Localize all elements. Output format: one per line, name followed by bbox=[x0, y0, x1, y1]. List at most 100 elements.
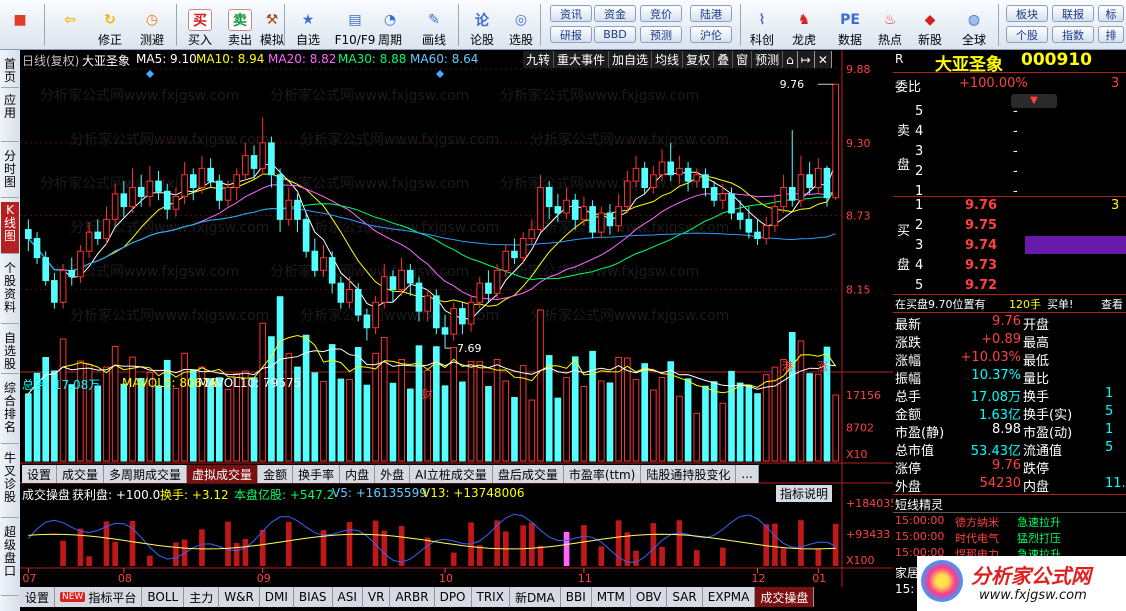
right-tool-button-2[interactable]: 标 bbox=[1098, 5, 1124, 22]
candle[interactable] bbox=[485, 270, 492, 303]
info-button-2[interactable]: 竞价 bbox=[640, 5, 682, 22]
candle[interactable] bbox=[771, 193, 779, 233]
candle[interactable] bbox=[276, 168, 284, 233]
bottom-tab-1[interactable]: NEW 指标平台 bbox=[55, 587, 143, 607]
candle[interactable] bbox=[189, 168, 197, 201]
candle[interactable] bbox=[511, 238, 518, 265]
candle[interactable] bbox=[302, 213, 310, 258]
kline-tab-7[interactable]: 预测 bbox=[752, 51, 784, 68]
volume-tab-3[interactable]: 虚拟成交量 bbox=[187, 465, 259, 483]
volume-tab-8[interactable]: AI立桩成交量 bbox=[410, 465, 493, 483]
nav-item-5[interactable]: 自选股 bbox=[1, 330, 19, 374]
bottom-tab-11[interactable]: TRIX bbox=[471, 587, 510, 607]
candle[interactable] bbox=[372, 295, 379, 335]
kline-tab-0[interactable]: 九转 bbox=[523, 51, 555, 68]
back-arrow-toolbar-button[interactable]: ⇦ bbox=[52, 2, 88, 48]
volume-tab-5[interactable]: 换手率 bbox=[293, 465, 341, 483]
pe-toolbar-button[interactable]: PE 数据 bbox=[832, 2, 868, 48]
bottom-tab-15[interactable]: OBV bbox=[630, 587, 668, 607]
bottom-tab-12[interactable]: 新DMA bbox=[509, 587, 561, 607]
info-button-5[interactable]: BBD bbox=[594, 26, 636, 43]
nav-item-1[interactable]: 应用 bbox=[1, 92, 19, 142]
bottom-tab-8[interactable]: VR bbox=[362, 587, 391, 607]
nav-item-8[interactable]: 超级盘口 bbox=[1, 524, 19, 596]
kline-tab-3[interactable]: 均线 bbox=[652, 51, 684, 68]
bottom-tab-9[interactable]: ARBR bbox=[390, 587, 435, 607]
volume-tab-7[interactable]: 外盘 bbox=[375, 465, 411, 483]
candle[interactable] bbox=[285, 187, 293, 226]
candle[interactable] bbox=[719, 183, 727, 210]
candle[interactable] bbox=[146, 165, 154, 207]
candle[interactable] bbox=[832, 83, 839, 201]
candle[interactable] bbox=[710, 181, 718, 207]
buy-toolbar-button[interactable]: 买买入 bbox=[182, 2, 218, 48]
indicator-explain-button[interactable]: 指标说明 bbox=[776, 485, 833, 502]
chart-toolbar-button[interactable]: ⌇ 科创 bbox=[744, 2, 780, 48]
right-tool-button-3[interactable]: 个股 bbox=[1006, 26, 1048, 43]
info-button-6[interactable]: 预测 bbox=[640, 26, 682, 43]
candle[interactable] bbox=[233, 168, 241, 201]
cycle-toolbar-button[interactable]: ◔ 周期 bbox=[372, 2, 408, 48]
bottom-tab-13[interactable]: BBI bbox=[560, 587, 592, 607]
new-stock-toolbar-button[interactable]: ◆ 新股 bbox=[912, 2, 948, 48]
event-marker-zhang[interactable]: 涨 bbox=[817, 358, 828, 374]
kline-chart[interactable]: 9.88 9.30 8.73 8.15 分析家公式网www.fxjgsw.com 分析家公… bbox=[20, 50, 893, 611]
candle[interactable] bbox=[433, 289, 440, 335]
info-button-7[interactable]: 沪伦 bbox=[690, 26, 732, 43]
right-tool-button-0[interactable]: 板块 bbox=[1006, 5, 1048, 22]
candle[interactable] bbox=[467, 295, 475, 332]
right-tool-button-5[interactable]: 排 bbox=[1098, 26, 1124, 43]
kline-tab-6[interactable]: 窗 bbox=[733, 51, 753, 68]
candle[interactable] bbox=[59, 264, 67, 309]
refresh-toolbar-button[interactable]: ↻ 修正 bbox=[92, 2, 128, 48]
volume-tab-10[interactable]: 市盈率(ttm) bbox=[563, 465, 642, 483]
event-marker-gang[interactable]: 港 bbox=[782, 358, 793, 374]
nav-item-3[interactable]: K线图 bbox=[1, 202, 19, 254]
nav-item-6[interactable]: 综合排名 bbox=[1, 380, 19, 444]
candle[interactable] bbox=[250, 145, 258, 179]
nav-item-7[interactable]: 牛叉诊股 bbox=[1, 450, 19, 518]
bottom-tab-0[interactable]: 设置 bbox=[20, 587, 56, 607]
right-tool-button-4[interactable]: 指数 bbox=[1052, 26, 1094, 43]
candle[interactable] bbox=[259, 117, 267, 175]
home-icon[interactable]: ⌂ bbox=[783, 51, 798, 68]
bottom-tab-4[interactable]: W&R bbox=[219, 587, 260, 607]
candle[interactable] bbox=[337, 276, 345, 309]
fire-toolbar-button[interactable]: ♨ 热点 bbox=[872, 2, 908, 48]
sell-toolbar-button[interactable]: 卖卖出 bbox=[222, 2, 258, 48]
volume-tab-6[interactable]: 内盘 bbox=[340, 465, 376, 483]
candle[interactable] bbox=[33, 232, 41, 264]
bottom-tab-3[interactable]: 主力 bbox=[184, 587, 220, 607]
bottom-tab-18[interactable]: 成交操盘 bbox=[755, 587, 815, 607]
volume-tab-12[interactable]: ... bbox=[736, 465, 759, 483]
info-button-0[interactable]: 资讯 bbox=[550, 5, 592, 22]
candle[interactable] bbox=[745, 206, 753, 239]
nav-item-4[interactable]: 个股资料 bbox=[1, 260, 19, 324]
info-button-4[interactable]: 研报 bbox=[550, 26, 592, 43]
pencil-toolbar-button[interactable]: ✎ 画线 bbox=[416, 2, 452, 48]
candle[interactable] bbox=[780, 174, 787, 213]
volume-tab-4[interactable]: 金额 bbox=[258, 465, 294, 483]
bottom-tab-2[interactable]: BOLL bbox=[142, 587, 185, 607]
windows-toolbar-button[interactable]: ■ bbox=[2, 2, 38, 48]
bottom-tab-10[interactable]: DPO bbox=[434, 587, 472, 607]
clock-toolbar-button[interactable]: ◷ 测避 bbox=[134, 2, 170, 48]
magnifier-toolbar-button[interactable]: ◎ 选股 bbox=[503, 2, 539, 48]
bottom-tab-16[interactable]: SAR bbox=[667, 587, 703, 607]
bottom-tab-7[interactable]: ASI bbox=[332, 587, 363, 607]
globe-toolbar-button[interactable]: ◍ 全球 bbox=[956, 2, 992, 48]
kline-tab-5[interactable]: 叠 bbox=[714, 51, 734, 68]
info-button-1[interactable]: 资金 bbox=[594, 5, 636, 22]
volume-tab-9[interactable]: 盘后成交量 bbox=[492, 465, 564, 483]
close-icon[interactable]: ✕ bbox=[814, 51, 832, 68]
candle[interactable] bbox=[68, 257, 76, 286]
bottom-tab-5[interactable]: DMI bbox=[259, 587, 294, 607]
right-tool-button-1[interactable]: 联报 bbox=[1052, 5, 1094, 22]
volume-tab-11[interactable]: 陆股通持股变化 bbox=[641, 465, 737, 483]
bottom-tab-6[interactable]: BIAS bbox=[293, 587, 333, 607]
kline-tab-2[interactable]: 加自选 bbox=[609, 51, 653, 68]
candle[interactable] bbox=[346, 276, 353, 309]
volume-tab-1[interactable]: 成交量 bbox=[57, 465, 105, 483]
candle[interactable] bbox=[702, 168, 709, 197]
event-marker-cai[interactable]: 财 bbox=[422, 386, 433, 402]
